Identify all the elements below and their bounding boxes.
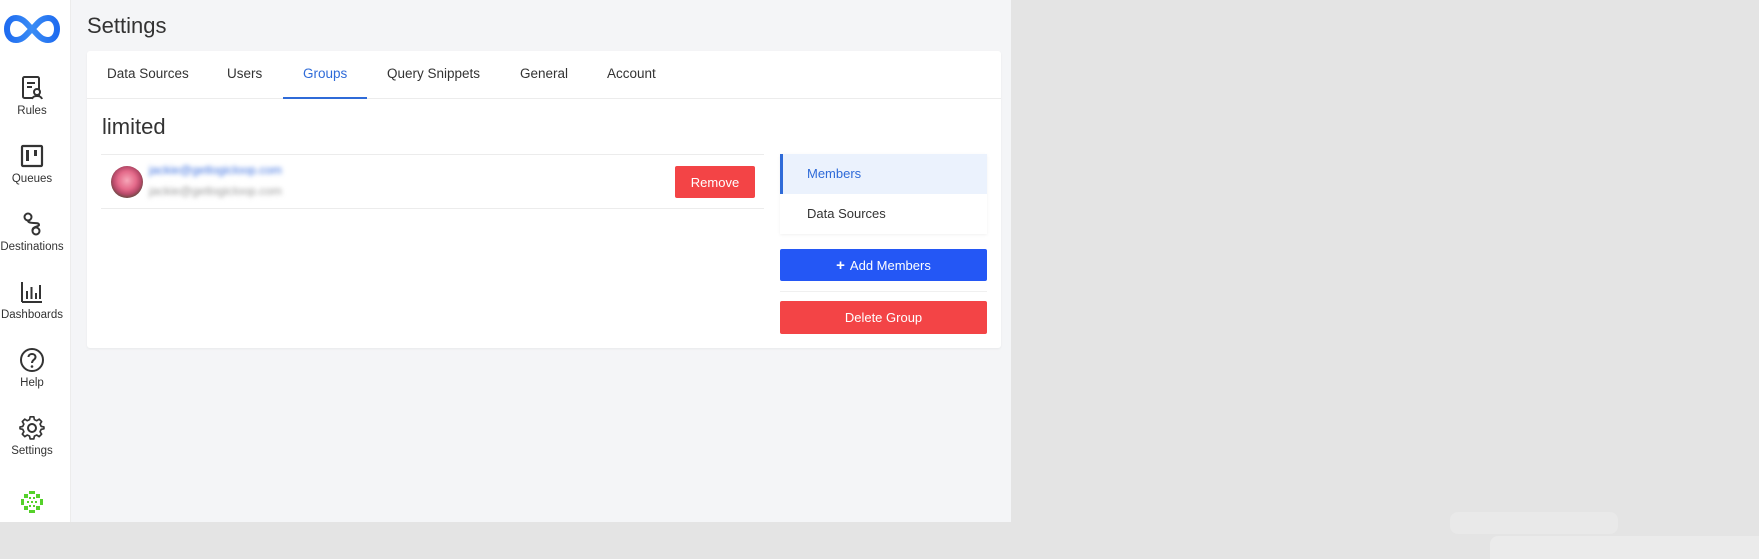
destinations-icon (23, 212, 41, 236)
page-title: Settings (87, 13, 167, 38)
member-email: jackie@getlogicloop.com (149, 184, 282, 198)
sidebar-item-help[interactable]: Help (0, 347, 64, 403)
table-row: jackie@getlogicloop.com jackie@getlogicl… (101, 155, 764, 209)
group-side-menu: Members Data Sources (780, 154, 987, 234)
sidebar-item-label: Queues (11, 173, 53, 185)
add-members-button[interactable]: + Add Members (780, 249, 987, 281)
sidebar-item-label: Settings (11, 445, 53, 457)
sidebar-item-dashboards[interactable]: Dashboards (0, 279, 64, 335)
background-shape (1450, 512, 1618, 534)
queues-icon (20, 144, 44, 168)
sidebar-item-settings[interactable]: Settings (0, 415, 64, 471)
sidebar-item-label: Dashboards (0, 309, 63, 321)
gear-icon (19, 416, 45, 440)
rules-icon (22, 76, 43, 100)
help-icon (20, 348, 44, 372)
remove-member-button[interactable]: Remove (675, 166, 755, 198)
avatar (111, 166, 143, 198)
app-status-icon[interactable] (18, 488, 46, 516)
delete-group-button[interactable]: Delete Group (780, 301, 987, 334)
member-name-link[interactable]: jackie@getlogicloop.com (149, 163, 282, 177)
sidebar-item-label: Rules (17, 105, 47, 117)
tab-groups[interactable]: Groups (283, 51, 368, 99)
dashboards-icon (21, 282, 42, 303)
sidebar-item-queues[interactable]: Queues (0, 143, 64, 199)
settings-tabs: Data Sources Users Groups Query Snippets… (87, 51, 1001, 99)
add-members-label: Add Members (849, 257, 931, 273)
tab-data-sources[interactable]: Data Sources (87, 51, 209, 99)
menu-item-members[interactable]: Members (780, 154, 987, 194)
menu-item-data-sources[interactable]: Data Sources (780, 194, 987, 234)
background-shape (1490, 536, 1759, 559)
tab-query-snippets[interactable]: Query Snippets (367, 51, 500, 99)
sidebar: Rules Queues Destinations Dashboards Hel… (0, 0, 71, 522)
tab-account[interactable]: Account (587, 51, 676, 99)
tab-users[interactable]: Users (207, 51, 282, 99)
infinity-logo-icon[interactable] (0, 10, 64, 48)
divider (780, 291, 987, 292)
group-name: limited (102, 114, 166, 139)
app-window: Rules Queues Destinations Dashboards Hel… (0, 0, 1011, 522)
tab-general[interactable]: General (500, 51, 588, 99)
settings-card: Data Sources Users Groups Query Snippets… (87, 51, 1001, 348)
sidebar-item-rules[interactable]: Rules (0, 75, 64, 131)
members-table: jackie@getlogicloop.com jackie@getlogicl… (101, 154, 764, 209)
sidebar-item-label: Help (20, 377, 44, 389)
sidebar-item-destinations[interactable]: Destinations (0, 211, 64, 267)
plus-icon: + (836, 256, 845, 274)
sidebar-item-label: Destinations (0, 241, 64, 253)
